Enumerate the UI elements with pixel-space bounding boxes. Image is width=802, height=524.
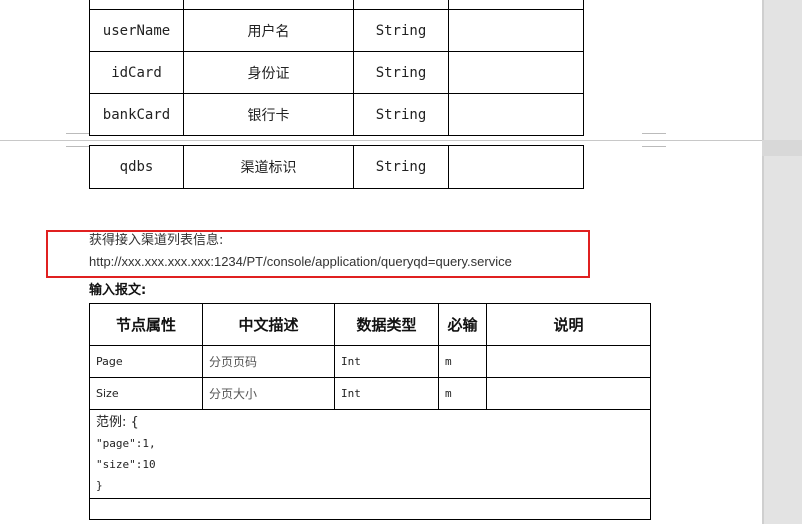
field-type-cell: String	[353, 93, 449, 136]
desc-cell: 分页大小	[202, 377, 335, 410]
field-desc-cell: 用户名	[183, 9, 354, 52]
field-type-cell: String	[353, 9, 449, 52]
required-cell: m	[438, 345, 487, 378]
table-row	[89, 498, 651, 520]
node-cell: Page	[89, 345, 203, 378]
example-line: 范例: {	[96, 415, 139, 430]
table-row: Page 分页页码 Int m	[89, 345, 651, 378]
field-type-cell: String	[353, 51, 449, 94]
header-chinese-desc: 中文描述	[202, 303, 335, 346]
field-desc-cell	[183, 0, 354, 10]
field-note-cell	[448, 93, 584, 136]
field-name-cell: qdbs	[89, 145, 184, 189]
example-line: }	[96, 479, 103, 492]
field-table: userName 用户名 String idCard 身份证 String ba…	[89, 0, 584, 136]
table-row: qdbs 渠道标识 String	[89, 145, 584, 189]
note-cell	[486, 345, 651, 378]
page-break-mark	[642, 146, 666, 147]
field-desc-cell: 渠道标识	[183, 145, 354, 189]
document-gutter	[762, 0, 802, 524]
field-name-cell: bankCard	[89, 93, 184, 136]
table-header-row: 节点属性 中文描述 数据类型 必输 说明	[89, 303, 651, 346]
page-break-line	[0, 140, 762, 141]
table-row: Size 分页大小 Int m	[89, 377, 651, 410]
example-row: 范例: { "page":1, "size":10 }	[89, 409, 651, 499]
field-table-continued: qdbs 渠道标识 String	[89, 145, 584, 189]
example-cell: 范例: { "page":1, "size":10 }	[89, 409, 651, 499]
type-cell: Int	[334, 377, 439, 410]
header-data-type: 数据类型	[334, 303, 439, 346]
page-edge	[762, 0, 764, 524]
header-required: 必输	[438, 303, 487, 346]
page-break-shadow	[762, 140, 802, 156]
table-row: userName 用户名 String	[89, 9, 584, 52]
desc-cell: 分页页码	[202, 345, 335, 378]
page-break-mark	[66, 133, 90, 134]
field-type-cell: String	[353, 145, 449, 189]
example-line: "size":10	[96, 458, 156, 471]
required-cell: m	[438, 377, 487, 410]
type-cell: Int	[334, 345, 439, 378]
field-note-cell	[448, 9, 584, 52]
input-message-label: 输入报文:	[89, 283, 147, 298]
example-line: "page":1,	[96, 437, 156, 450]
field-desc-cell: 身份证	[183, 51, 354, 94]
field-note-cell	[448, 51, 584, 94]
field-desc-cell: 银行卡	[183, 93, 354, 136]
field-note-cell	[448, 0, 584, 10]
table-row	[89, 0, 584, 10]
field-type-cell	[353, 0, 449, 10]
header-note: 说明	[486, 303, 651, 346]
note-cell	[486, 377, 651, 410]
page-break-mark	[66, 146, 90, 147]
input-message-table: 节点属性 中文描述 数据类型 必输 说明 Page 分页页码 Int m Siz…	[89, 303, 651, 520]
highlight-annotation-box	[46, 230, 590, 278]
table-row: idCard 身份证 String	[89, 51, 584, 94]
header-node-attribute: 节点属性	[89, 303, 203, 346]
field-name-cell	[89, 0, 184, 10]
field-name-cell: userName	[89, 9, 184, 52]
page-break-mark	[642, 133, 666, 134]
field-name-cell: idCard	[89, 51, 184, 94]
node-cell: Size	[89, 377, 203, 410]
table-row: bankCard 银行卡 String	[89, 93, 584, 136]
field-note-cell	[448, 145, 584, 189]
empty-cell	[89, 498, 651, 520]
